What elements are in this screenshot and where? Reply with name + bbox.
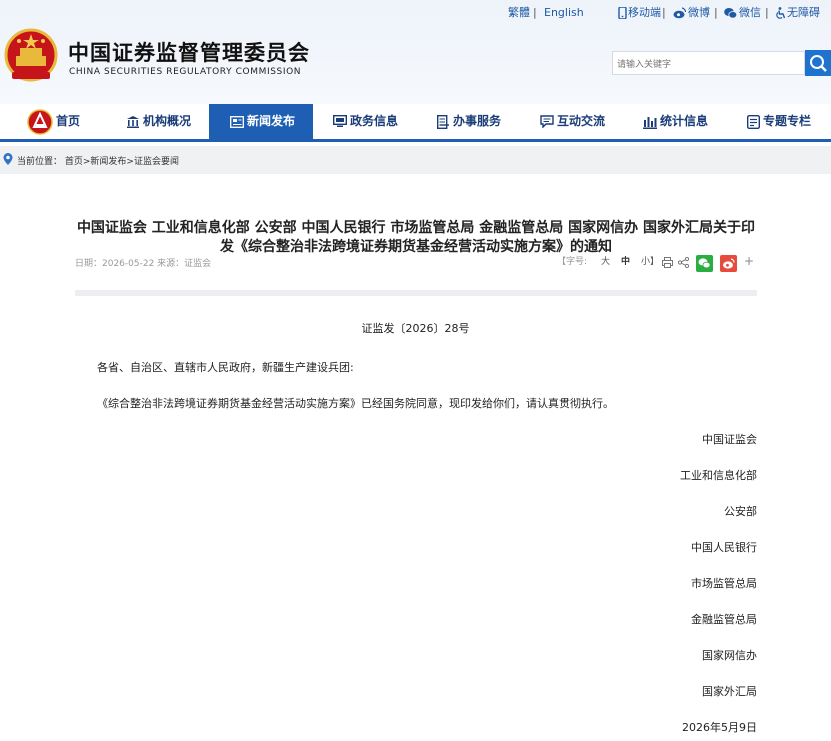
bar-chart-icon bbox=[643, 116, 657, 129]
signatory: 中国证监会 bbox=[702, 433, 757, 446]
breadcrumb: 当前位置： 首页>新闻发布>证监会要闻 bbox=[0, 146, 831, 174]
breadcrumb-text: 当前位置： 首页>新闻发布>证监会要闻 bbox=[17, 154, 179, 167]
signatory: 中国人民银行 bbox=[691, 541, 757, 554]
main-nav: 首页 机构概况 新闻发布 政务信息 办事服务 互动交流 统计信息 专题专栏 bbox=[0, 104, 831, 142]
mobile-link[interactable]: 移动端 bbox=[628, 6, 661, 20]
accessibility-icon bbox=[776, 7, 786, 19]
salutation: 各省、自治区、直辖市人民政府，新疆生产建设兵团: bbox=[97, 361, 354, 374]
mobile-icon bbox=[618, 7, 627, 19]
wechat-link[interactable]: 微信 bbox=[739, 6, 761, 20]
english-link[interactable]: English bbox=[544, 6, 584, 20]
title-divider bbox=[75, 290, 757, 296]
share-more-icon[interactable]: + bbox=[744, 255, 754, 267]
signatory: 金融监管总局 bbox=[691, 613, 757, 626]
site-title-en: CHINA SECURITIES REGULATORY COMMISSION bbox=[69, 67, 302, 77]
separator: | bbox=[533, 6, 537, 19]
nav-label: 新闻发布 bbox=[247, 114, 296, 128]
traditional-chinese-link[interactable]: 繁體 bbox=[508, 6, 530, 20]
separator: | bbox=[765, 6, 769, 19]
nav-institution[interactable]: 机构概况 bbox=[126, 104, 191, 139]
signatory: 公安部 bbox=[724, 505, 757, 518]
site-header: 中国证券监督管理委员会 CHINA SECURITIES REGULATORY … bbox=[0, 0, 831, 104]
search-input[interactable] bbox=[613, 54, 793, 76]
signatory: 市场监管总局 bbox=[691, 577, 757, 590]
site-title-cn[interactable]: 中国证券监督管理委员会 bbox=[68, 37, 310, 67]
weibo-link[interactable]: 微博 bbox=[688, 6, 710, 20]
signatory: 工业和信息化部 bbox=[680, 469, 757, 482]
separator: | bbox=[662, 6, 666, 19]
issue-date: 2026年5月9日 bbox=[682, 721, 757, 734]
nav-special-topics[interactable]: 专题专栏 bbox=[747, 104, 811, 139]
news-icon bbox=[230, 115, 244, 128]
nav-label: 办事服务 bbox=[453, 114, 502, 128]
nav-services[interactable]: 办事服务 bbox=[437, 104, 501, 139]
nav-news[interactable]: 新闻发布 bbox=[209, 104, 313, 139]
font-size-open: 【字号: bbox=[557, 257, 588, 267]
nav-government-info[interactable]: 政务信息 bbox=[333, 104, 398, 139]
home-emblem-icon bbox=[27, 108, 53, 135]
document-number: 证监发〔2026〕28号 bbox=[361, 322, 470, 335]
share-weibo-icon[interactable] bbox=[720, 255, 737, 272]
national-emblem-icon[interactable] bbox=[4, 28, 58, 84]
nav-label: 互动交流 bbox=[557, 114, 606, 128]
nav-label: 机构概况 bbox=[143, 114, 192, 128]
search-button[interactable] bbox=[805, 50, 831, 76]
share-wechat-icon[interactable] bbox=[696, 255, 713, 272]
monitor-icon bbox=[333, 115, 347, 127]
breadcrumb-path[interactable]: 首页>新闻发布>证监会要闻 bbox=[65, 157, 179, 167]
nav-home[interactable]: 首页 bbox=[27, 104, 80, 139]
font-medium-button[interactable]: 中 bbox=[621, 256, 630, 268]
nav-label: 首页 bbox=[56, 114, 81, 128]
signatory: 国家网信办 bbox=[702, 649, 757, 662]
nav-label: 专题专栏 bbox=[763, 114, 812, 128]
body-paragraph: 《综合整治非法跨境证券期货基金经营活动实施方案》已经国务院同意，现印发给你们，请… bbox=[97, 397, 614, 410]
accessibility-link[interactable]: 无障碍 bbox=[787, 6, 820, 20]
institution-icon bbox=[127, 115, 139, 128]
search-box bbox=[612, 51, 805, 76]
font-small-button[interactable]: 小】 bbox=[641, 256, 659, 268]
breadcrumb-prefix: 当前位置： bbox=[17, 157, 63, 167]
location-pin-icon bbox=[3, 153, 13, 165]
document-icon bbox=[437, 114, 449, 129]
column-icon bbox=[747, 114, 760, 129]
nav-statistics[interactable]: 统计信息 bbox=[643, 104, 708, 139]
article-title: 中国证监会 工业和信息化部 公安部 中国人民银行 市场监管总局 金融监管总局 国… bbox=[76, 220, 756, 255]
nav-interaction[interactable]: 互动交流 bbox=[540, 104, 605, 139]
weibo-icon bbox=[673, 7, 686, 19]
signatory: 国家外汇局 bbox=[702, 685, 757, 698]
separator: | bbox=[714, 6, 718, 19]
nav-label: 政务信息 bbox=[350, 114, 399, 128]
share-icon[interactable] bbox=[678, 257, 689, 268]
font-large-button[interactable]: 大 bbox=[601, 256, 610, 268]
nav-label: 统计信息 bbox=[660, 114, 709, 128]
chat-icon bbox=[540, 115, 554, 128]
print-icon[interactable] bbox=[662, 257, 673, 268]
article-meta: 日期：2026-05-22 来源：证监会 bbox=[75, 259, 212, 269]
wechat-icon bbox=[724, 8, 737, 19]
